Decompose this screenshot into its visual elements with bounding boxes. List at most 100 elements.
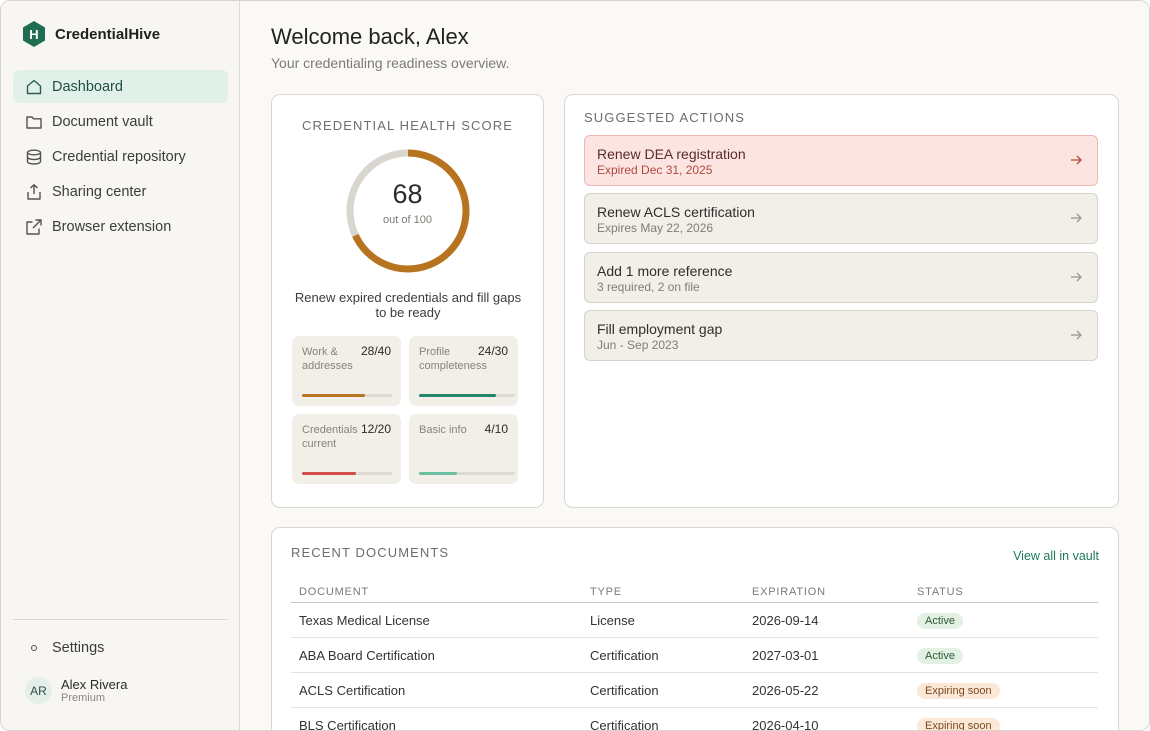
metric-credentials-current: Credentials current 12/20 [292,414,401,484]
document-name: Texas Medical License [299,612,430,628]
main-content: Welcome back, Alex Your credentialing re… [240,1,1149,730]
arrow-right-icon [1071,330,1082,340]
metric-progress-track [419,394,515,397]
metric-progress-track [302,472,392,475]
user-name: Alex Rivera [61,677,128,692]
table-row[interactable]: BLS Certification Certification 2026-04-… [291,708,1098,731]
metric-progress-fill [419,394,496,397]
column-header-document[interactable]: DOCUMENT [291,581,582,602]
table-row[interactable]: Texas Medical License License 2026-09-14… [291,603,1098,638]
credential-health-card: CREDENTIAL HEALTH SCORE 68 out of 100 Re… [271,94,544,508]
action-title: Renew ACLS certification [597,204,755,220]
status-badge: Active [917,612,963,629]
settings-icon [25,645,43,651]
metric-profile-completeness: Profile completeness 24/30 [409,336,518,406]
sidebar-item-document-vault[interactable]: Document vault [13,105,228,138]
health-score-caption: out of 100 [383,214,432,226]
table-header: DOCUMENT TYPE EXPIRATION STATUS [291,581,1098,603]
user-plan: Premium [61,692,106,704]
document-type: Certification [590,682,659,698]
status-badge: Expiring soon [917,682,1000,699]
health-card-label: CREDENTIAL HEALTH SCORE [302,118,513,133]
metric-value: 24/30 [477,344,508,358]
sidebar-divider [13,619,228,620]
actions-card-label: SUGGESTED ACTIONS [584,110,746,125]
document-name: BLS Certification [299,717,396,731]
action-add-reference[interactable]: Add 1 more reference 3 required, 2 on fi… [584,252,1098,303]
metric-value: 12/20 [360,422,391,436]
table-row[interactable]: ACLS Certification Certification 2026-05… [291,673,1098,708]
home-icon [25,78,43,96]
external-link-icon [25,218,43,236]
sidebar-item-browser-extension[interactable]: Browser extension [13,210,228,243]
sidebar: H CredentialHive Dashboard Document vaul… [1,1,240,730]
document-name: ABA Board Certification [299,647,435,663]
action-title: Fill employment gap [597,321,723,337]
column-header-status[interactable]: STATUS [909,581,1098,602]
database-icon [25,148,43,166]
document-type: Certification [590,717,659,731]
metric-progress-track [302,394,392,397]
arrow-right-icon [1071,272,1082,282]
column-header-type[interactable]: TYPE [582,581,744,602]
health-score-value: 68 [392,179,423,209]
action-title: Renew DEA registration [597,146,746,162]
documents-table: DOCUMENT TYPE EXPIRATION STATUS Texas Me… [291,581,1098,731]
metric-label: Work & addresses [302,346,353,372]
status-badge: Active [917,647,963,664]
arrow-right-icon [1071,213,1082,223]
app-window: H CredentialHive Dashboard Document vaul… [0,0,1150,731]
action-fill-employment-gap[interactable]: Fill employment gap Jun - Sep 2023 [584,310,1098,361]
document-expiration: 2026-09-14 [752,612,819,628]
action-renew-acls[interactable]: Renew ACLS certification Expires May 22,… [584,193,1098,244]
avatar: AR [25,677,52,704]
sidebar-item-label: Document vault [52,113,153,130]
document-expiration: 2027-03-01 [752,647,819,663]
action-title: Add 1 more reference [597,263,733,279]
recent-documents-card: RECENT DOCUMENTS View all in vault DOCUM… [271,527,1119,731]
action-subtitle: 3 required, 2 on file [597,280,700,294]
sidebar-item-dashboard[interactable]: Dashboard [13,70,228,103]
action-subtitle: Jun - Sep 2023 [597,338,679,352]
action-subtitle: Expired Dec 31, 2025 [597,163,713,177]
sidebar-item-label: Credential repository [52,148,186,165]
page-title: Welcome back, Alex [271,24,469,49]
metric-label: Credentials current [302,424,358,450]
document-type: License [590,612,635,628]
document-type: Certification [590,647,659,663]
table-row[interactable]: ABA Board Certification Certification 20… [291,638,1098,673]
sidebar-item-label: Browser extension [52,218,172,235]
metric-progress-fill [419,472,458,475]
recent-card-label: RECENT DOCUMENTS [291,545,450,560]
brand-name: CredentialHive [55,25,161,43]
column-header-expiration[interactable]: EXPIRATION [744,581,909,602]
sidebar-nav: Dashboard Document vault Credential repo… [13,70,228,245]
sidebar-item-label: Sharing center [52,183,147,200]
metric-value: 4/10 [484,422,508,436]
share-icon [25,183,43,201]
user-profile[interactable]: AR Alex Rivera Premium [25,677,127,704]
sidebar-item-sharing-center[interactable]: Sharing center [13,175,228,208]
arrow-right-icon [1071,155,1082,165]
sidebar-item-credential-repository[interactable]: Credential repository [13,140,228,173]
sidebar-item-label: Dashboard [52,78,123,95]
document-expiration: 2026-05-22 [752,682,819,698]
document-name: ACLS Certification [299,682,406,698]
page-subtitle: Your credentialing readiness overview. [271,55,510,71]
metric-work-addresses: Work & addresses 28/40 [292,336,401,406]
hive-logo-icon: H [23,21,45,47]
metric-progress-fill [302,472,356,475]
settings-label: Settings [52,640,105,656]
action-subtitle: Expires May 22, 2026 [597,221,714,235]
metric-label: Basic info [419,424,467,436]
sidebar-item-settings[interactable]: Settings [13,632,228,664]
view-all-link[interactable]: View all in vault [1013,549,1099,563]
status-badge: Expiring soon [917,717,1000,730]
metric-progress-fill [302,394,365,397]
metric-value: 28/40 [360,344,391,358]
metric-progress-track [419,472,515,475]
action-renew-dea[interactable]: Renew DEA registration Expired Dec 31, 2… [584,135,1098,186]
metric-basic-info: Basic info 4/10 [409,414,518,484]
brand[interactable]: H CredentialHive [22,21,160,47]
health-score-gauge [346,149,470,273]
